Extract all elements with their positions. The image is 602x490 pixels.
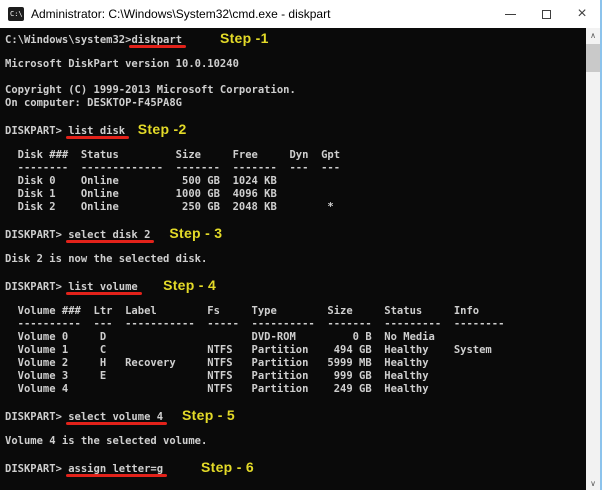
command-text: list volume <box>68 281 138 293</box>
console-line: Volume ### Ltr Label Fs Type Size Status… <box>5 305 586 318</box>
console-line: -------- ------------- ------- ------- -… <box>5 162 586 175</box>
step-annotation: Step - 4 <box>163 277 217 293</box>
console-line: Volume 2 H Recovery NTFS Partition 5999 … <box>5 357 586 370</box>
console-line: ---------- --- ----------- ----- -------… <box>5 318 586 331</box>
console-line: Volume 1 C NTFS Partition 494 GB Healthy… <box>5 344 586 357</box>
console-text: Disk 0 Online 500 GB 1024 KB <box>5 175 277 187</box>
step-annotation: Step - 6 <box>200 459 254 475</box>
scroll-down-icon[interactable]: ∨ <box>586 476 600 490</box>
step-annotation: Step -1 <box>219 30 269 46</box>
window-controls: × <box>492 0 600 28</box>
command-text: list disk <box>68 125 126 137</box>
minimize-icon <box>504 13 516 15</box>
maximize-icon <box>541 9 551 19</box>
console-text: Volume 4 is the selected volume. <box>5 435 208 447</box>
close-icon: × <box>577 5 587 22</box>
console-line: C:\Windows\system32>diskpart Step -1 <box>5 30 586 46</box>
step-annotation: Step - 3 <box>169 225 223 241</box>
console-line: Disk 0 Online 500 GB 1024 KB <box>5 175 586 188</box>
console-text: Microsoft DiskPart version 10.0.10240 <box>5 58 239 70</box>
console-line: Disk 2 is now the selected disk. <box>5 253 586 266</box>
console-line: DISKPART> list disk Step -2 <box>5 121 586 137</box>
console-text: DISKPART> <box>5 411 69 423</box>
console-line: Volume 3 E NTFS Partition 999 GB Healthy <box>5 370 586 383</box>
console-text: Volume 1 C NTFS Partition 494 GB Healthy… <box>5 344 492 356</box>
console-line: Volume 4 is the selected volume. <box>5 435 586 448</box>
console-text: DISKPART> <box>5 125 69 137</box>
vertical-scrollbar[interactable]: ∧ ∨ <box>586 28 600 490</box>
console-line: DISKPART> assign letter=g Step - 6 <box>5 459 586 475</box>
scrollbar-thumb[interactable] <box>586 44 600 72</box>
title-bar[interactable]: C:\ Administrator: C:\Windows\System32\c… <box>0 0 600 28</box>
console-line: Disk 2 Online 250 GB 2048 KB * <box>5 201 586 214</box>
console-text: Volume ### Ltr Label Fs Type Size Status… <box>5 305 480 317</box>
console-text: Disk 2 Online 250 GB 2048 KB * <box>5 201 334 213</box>
console-output: C:\Windows\system32>diskpart Step -1 Micr… <box>0 28 586 490</box>
console-line: Volume 0 D DVD-ROM 0 B No Media <box>5 331 586 344</box>
console-text: ---------- --- ----------- ----- -------… <box>5 318 505 330</box>
console-text: Disk 1 Online 1000 GB 4096 KB <box>5 188 277 200</box>
step-annotation: Step - 5 <box>182 407 235 423</box>
console-line: Microsoft DiskPart version 10.0.10240 <box>5 58 586 71</box>
console-text: Volume 3 E NTFS Partition 999 GB Healthy <box>5 370 429 382</box>
console-text: Copyright (C) 1999-2013 Microsoft Corpor… <box>5 84 296 96</box>
cmd-prompt-icon: C:\ <box>8 7 24 21</box>
console-line: Copyright (C) 1999-2013 Microsoft Corpor… <box>5 84 586 97</box>
window-body: C:\Windows\system32>diskpart Step -1 Micr… <box>0 28 600 490</box>
console-text: Volume 0 D DVD-ROM 0 B No Media <box>5 331 435 343</box>
command-text: select disk 2 <box>68 229 151 241</box>
console-text: DISKPART> <box>5 229 69 241</box>
console-line: Disk ### Status Size Free Dyn Gpt <box>5 149 586 162</box>
console-text: On computer: DESKTOP-F45PA8G <box>5 97 183 109</box>
console-line: On computer: DESKTOP-F45PA8G <box>5 97 586 110</box>
close-button[interactable]: × <box>564 0 600 28</box>
console-text: -------- ------------- ------- ------- -… <box>5 162 341 174</box>
console-line: DISKPART> select volume 4 Step - 5 <box>5 407 586 423</box>
console-line: Disk 1 Online 1000 GB 4096 KB <box>5 188 586 201</box>
step-annotation: Step -2 <box>137 121 187 137</box>
console-text: C:\Windows\system32> <box>5 34 132 46</box>
console-line: DISKPART> list volume Step - 4 <box>5 277 586 293</box>
command-text: assign letter=g <box>68 463 164 475</box>
minimize-button[interactable] <box>492 0 528 28</box>
maximize-button[interactable] <box>528 0 564 28</box>
console-line: Volume 4 NTFS Partition 249 GB Healthy <box>5 383 586 396</box>
console-line: DISKPART> select disk 2 Step - 3 <box>5 225 586 241</box>
console-text: DISKPART> <box>5 463 69 475</box>
scroll-up-icon[interactable]: ∧ <box>586 28 600 42</box>
console-text: Volume 2 H Recovery NTFS Partition 5999 … <box>5 357 429 369</box>
command-text: select volume 4 <box>68 411 164 423</box>
window-title: Administrator: C:\Windows\System32\cmd.e… <box>31 7 331 21</box>
command-text: diskpart <box>131 34 183 46</box>
console-text: Volume 4 NTFS Partition 249 GB Healthy <box>5 383 429 395</box>
console-text: DISKPART> <box>5 281 69 293</box>
console-text: Disk 2 is now the selected disk. <box>5 253 208 265</box>
cmd-window: C:\ Administrator: C:\Windows\System32\c… <box>0 0 602 490</box>
console-text: Disk ### Status Size Free Dyn Gpt <box>5 149 341 161</box>
